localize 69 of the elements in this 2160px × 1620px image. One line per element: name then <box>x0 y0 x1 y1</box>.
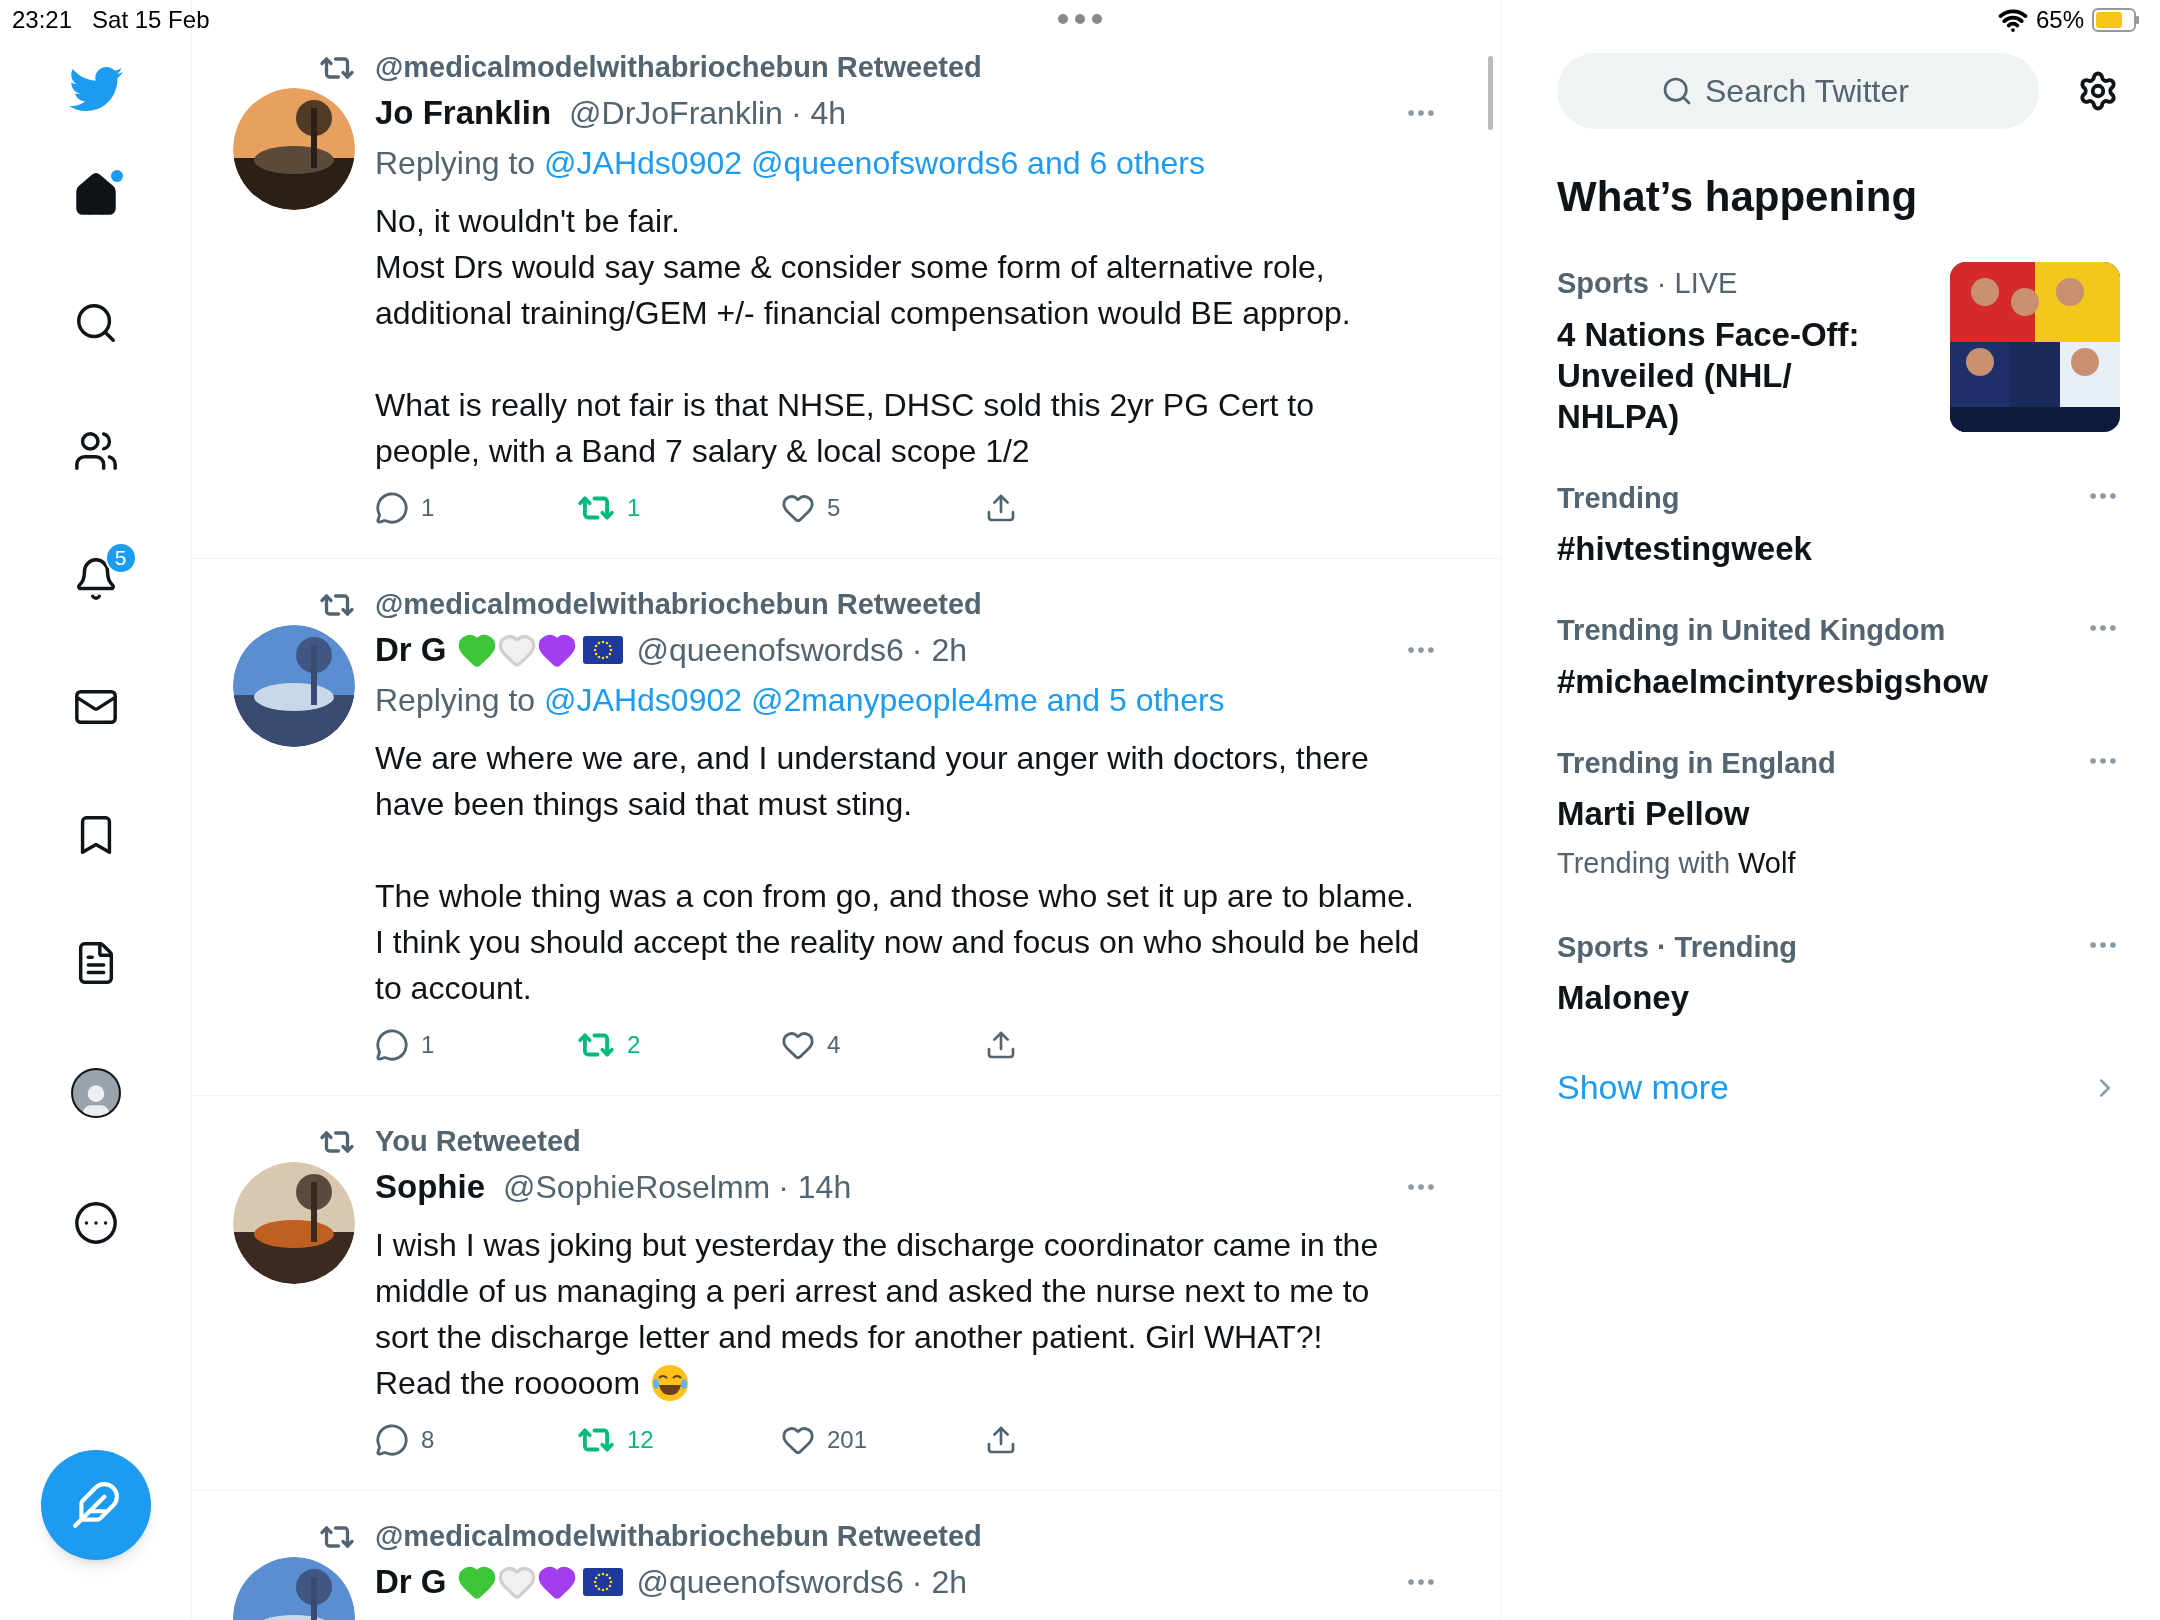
multitasking-dots-icon[interactable] <box>1058 14 1102 24</box>
search-icon <box>1661 75 1693 107</box>
retweet-count: 12 <box>627 1425 654 1455</box>
status-time: 23:21 <box>12 5 73 35</box>
like-count: 201 <box>827 1425 868 1455</box>
author-name[interactable]: Dr G <box>375 625 447 675</box>
trend-status: · LIVE <box>1656 267 1738 299</box>
retweet-context: @medicalmodelwithabriochebun Retweeted <box>375 1519 982 1555</box>
reply-count: 1 <box>421 1030 435 1060</box>
trend-category: Trending <box>1557 481 1680 514</box>
notification-badge: 5 <box>104 542 137 574</box>
author-name[interactable]: Dr G <box>375 1557 447 1607</box>
tweet-time: · 14h <box>778 1168 852 1207</box>
tweet-text: I wish I was joking but yesterday the discharge coordinator came in the middle of us managing a peri arrest and asked the nurse next to me to sort the discharge letter and meds for another patient. Girl WHAT?! <box>375 1226 1380 1357</box>
laughing-emoji-icon <box>650 1363 691 1403</box>
trend-title[interactable]: 4 Nations Face-Off: Unveiled (NHL/ NHLPA) <box>1557 313 1897 437</box>
share-icon[interactable] <box>985 1424 1017 1456</box>
author-handle: @queenofswords6 <box>636 1563 904 1602</box>
tweet-text: The whole thing was a con from go, and those who set it up are to blame. I think you should accept the reality now and focus on who should be held to account. <box>375 877 1420 1008</box>
author-handle: @DrJoFranklin <box>569 94 783 133</box>
tweet-time: · 2h <box>911 1563 967 1602</box>
more-icon[interactable] <box>72 1200 119 1246</box>
reply-icon[interactable] <box>375 491 409 525</box>
share-icon[interactable] <box>985 492 1017 524</box>
author-handle: @SophieRoselmm <box>503 1168 771 1207</box>
retweet-context: @medicalmodelwithabriochebun Retweeted <box>375 587 982 623</box>
flag-icon <box>582 636 623 664</box>
replying-label: Replying to <box>375 144 536 183</box>
reply-count: 1 <box>421 493 435 523</box>
trend-note-label: Trending with <box>1557 847 1730 879</box>
like-count: 4 <box>827 1030 841 1060</box>
search-input[interactable]: Search Twitter <box>1705 67 1935 115</box>
tweet-time: · 2h <box>911 631 967 670</box>
reply-icon[interactable] <box>375 1028 409 1062</box>
trend-category: Trending in United Kingdom <box>1557 614 1946 646</box>
tweet-text: Read the rooooom <box>375 1364 641 1403</box>
tweet-time: · 4h <box>790 94 847 133</box>
compose-feather-icon <box>70 1480 121 1530</box>
author-handle: @queenofswords6 <box>636 631 904 670</box>
author-name[interactable]: Jo Franklin <box>375 88 552 138</box>
profile-avatar[interactable] <box>70 1068 121 1118</box>
tweet-text: We are where we are, and I understand your anger with doctors, there have been things said that must sting. <box>375 739 1370 824</box>
trend-category: Sports <box>1557 267 1649 299</box>
trend-category: Sports · Trending <box>1557 930 1798 963</box>
author-name[interactable]: Sophie <box>375 1162 485 1212</box>
trend-title[interactable]: Maloney <box>1557 977 2086 1018</box>
replying-label: Replying to <box>375 681 536 720</box>
battery-percent: 65% <box>2035 5 2084 35</box>
share-icon[interactable] <box>985 1029 1017 1061</box>
settings-icon[interactable] <box>2077 70 2119 112</box>
retweet-context: @medicalmodelwithabriochebun Retweeted <box>375 50 982 86</box>
section-heading: What’s happening <box>1557 172 1919 222</box>
trend-category: Trending in England <box>1557 746 1836 779</box>
like-count: 5 <box>827 493 841 523</box>
tweet-text: What is really not fair is that NHSE, DHSC sold this 2yr PG Cert to people, with a Band 7 salary & local scope 1/2 <box>375 386 1315 471</box>
retweet-context: You Retweeted <box>375 1124 581 1160</box>
flag-icon <box>582 1568 623 1596</box>
trend-title[interactable]: #michaelmcintyresbigshow <box>1557 660 2086 702</box>
trend-title[interactable]: #hivtestingweek <box>1557 528 2086 569</box>
reply-icon[interactable] <box>375 1423 409 1457</box>
trend-related-term[interactable]: Wolf <box>1738 847 1796 879</box>
tweet-text: No, it wouldn't be fair. Most Drs would say same & consider some form of alternative role, additional training/GEM +/- financial compensation would BE approp. <box>375 202 1352 333</box>
reply-count: 8 <box>421 1425 435 1455</box>
search-field[interactable]: Search Twitter <box>1557 53 2039 129</box>
battery-icon <box>2092 8 2140 32</box>
trend-title[interactable]: Marti Pellow <box>1557 793 2086 834</box>
retweet-count: 2 <box>627 1030 641 1060</box>
retweet-count: 1 <box>627 493 641 523</box>
status-date: Sat 15 Feb <box>92 5 210 35</box>
